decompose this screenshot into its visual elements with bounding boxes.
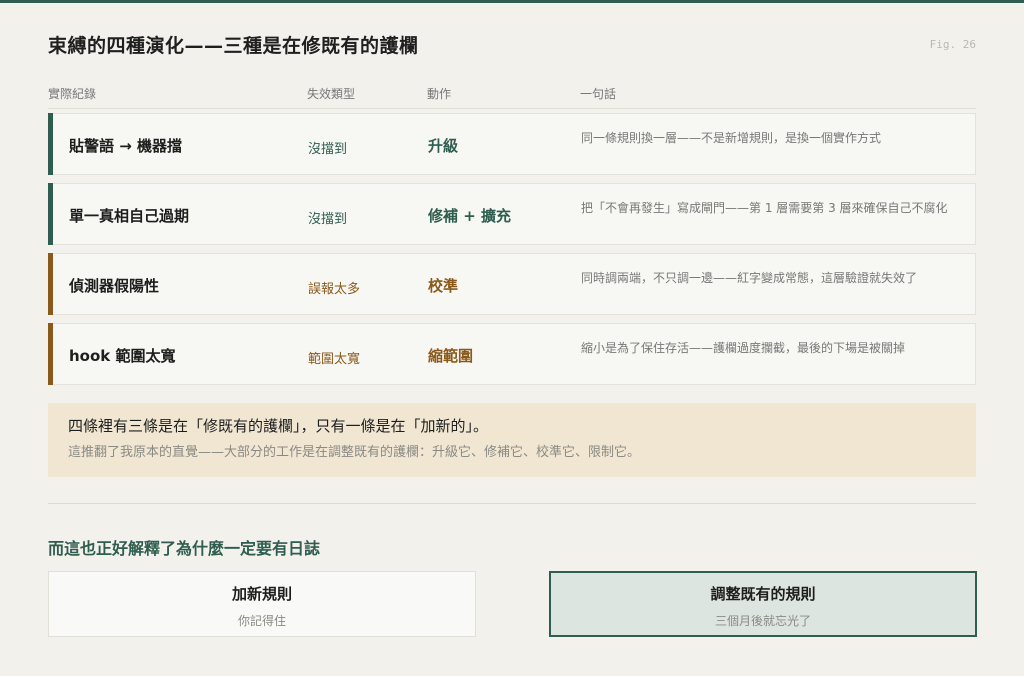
row-action: 升級 [428,137,459,155]
table-row: 貼警語 → 機器擋 沒擋到 升級 同一條規則換一層——不是新增規則，是換一個實作… [48,113,976,175]
table-row: 偵測器假陽性 誤報太多 校準 同時調兩端，不只調一邊——紅字變成常態，這層驗證就… [48,253,976,315]
adjust-existing-rule-card: 調整既有的規則 三個月後就忘光了 [549,571,977,637]
figure-label: Fig. 26 [929,38,976,51]
row-note: 把「不會再發生」寫成閘門——第 1 層需要第 3 層來確保自己不腐化 [581,201,948,215]
top-accent-bar [0,0,1024,3]
conclusion-heading: 而這也正好解釋了為什麼一定要有日誌 [48,539,321,558]
table-row: hook 範圍太寬 範圍太寬 縮範圍 縮小是為了保住存活——護欄過度攔截，最後的… [48,323,976,385]
page-title: 束縛的四種演化——三種是在修既有的護欄 [48,35,419,57]
row-record: 偵測器假陽性 [69,277,160,295]
column-header-action: 動作 [427,87,452,101]
row-failure-type: 範圍太寬 [308,352,361,367]
row-action: 校準 [428,277,459,295]
section-divider [48,503,976,504]
row-note: 同時調兩端，不只調一邊——紅字變成常態，這層驗證就失效了 [581,271,918,285]
summary-callout: 四條裡有三條是在「修既有的護欄」，只有一條是在「加新的」。 這推翻了我原本的直覺… [48,403,976,477]
card-title: 調整既有的規則 [710,585,816,603]
column-header-record: 實際紀錄 [48,87,97,101]
row-accent-bar [48,253,53,315]
add-new-rule-card: 加新規則 你記得住 [48,571,476,637]
row-accent-bar [48,323,53,385]
header-divider [48,108,976,109]
card-subtitle: 你記得住 [237,614,286,628]
row-failure-type: 沒擋到 [308,142,348,157]
row-record: 單一真相自己過期 [69,207,190,225]
row-record: 貼警語 → 機器擋 [69,137,183,155]
row-action: 縮範圍 [428,347,474,365]
row-note: 同一條規則換一層——不是新增規則，是換一個實作方式 [581,131,882,145]
row-accent-bar [48,183,53,245]
callout-main-text: 四條裡有三條是在「修既有的護欄」，只有一條是在「加新的」。 [68,417,489,435]
row-record: hook 範圍太寬 [69,347,176,365]
column-header-note: 一句話 [580,87,617,101]
card-subtitle: 三個月後就忘光了 [714,614,811,628]
callout-sub-text: 這推翻了我原本的直覺——大部分的工作是在調整既有的護欄：升級它、修補它、校準它、… [68,445,641,460]
row-action: 修補 + 擴充 [428,207,512,225]
row-note: 縮小是為了保住存活——護欄過度攔截，最後的下場是被關掉 [581,341,906,355]
card-title: 加新規則 [231,585,292,603]
row-accent-bar [48,113,53,175]
column-header-failure: 失效類型 [307,87,356,101]
row-failure-type: 沒擋到 [308,212,348,227]
table-row: 單一真相自己過期 沒擋到 修補 + 擴充 把「不會再發生」寫成閘門——第 1 層… [48,183,976,245]
row-failure-type: 誤報太多 [308,282,361,297]
